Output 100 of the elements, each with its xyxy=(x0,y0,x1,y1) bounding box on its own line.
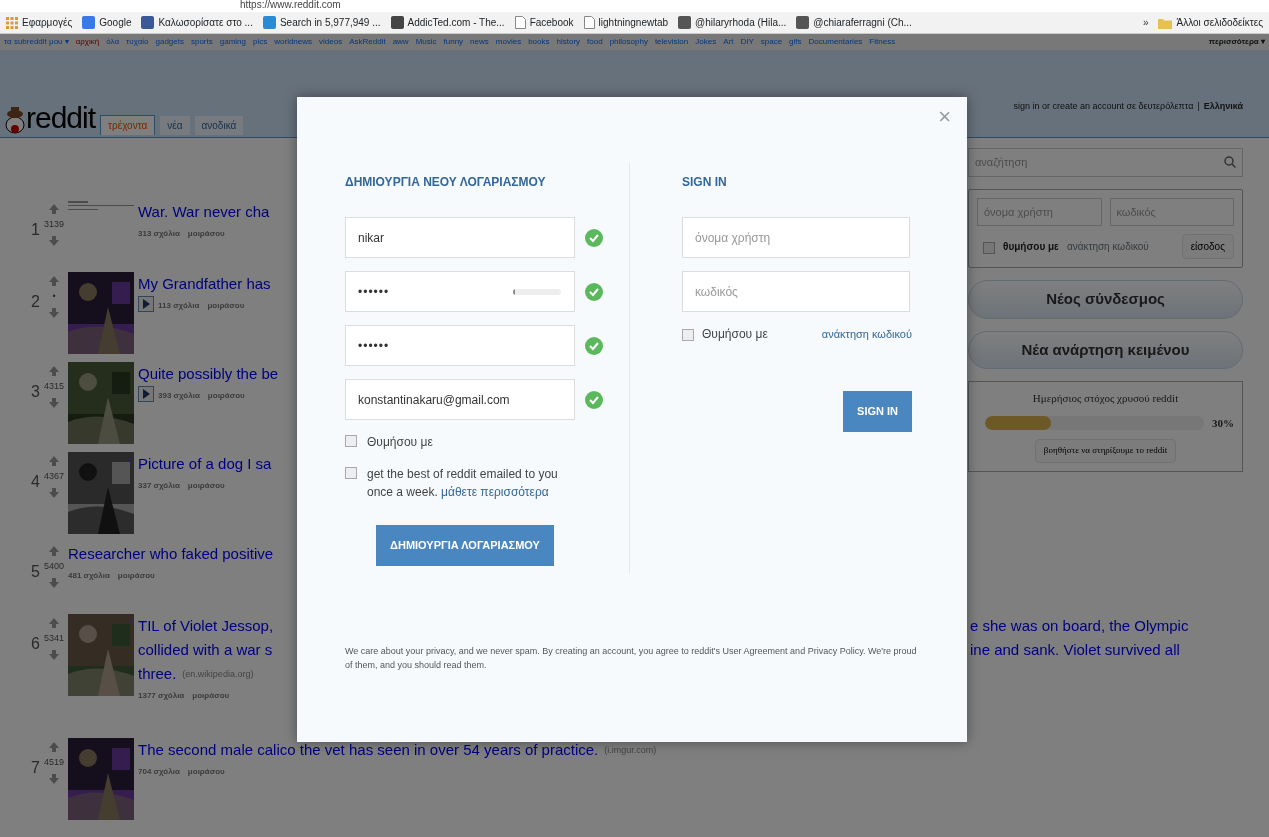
play-icon[interactable] xyxy=(138,386,154,402)
comments-link[interactable]: 113 σχόλια xyxy=(158,301,200,310)
subreddit-link[interactable]: funny xyxy=(443,36,464,48)
login-button[interactable]: είσοδος xyxy=(1181,234,1234,259)
bookmark[interactable]: Google xyxy=(82,15,132,30)
password-field[interactable]: •••••• xyxy=(345,325,575,366)
downvote-icon[interactable] xyxy=(49,307,59,318)
logo[interactable]: reddit xyxy=(26,101,96,135)
post-title[interactable]: My Grandfather has xyxy=(138,272,271,296)
tab[interactable]: ανοδικά xyxy=(194,116,244,135)
subreddit-link[interactable]: worldnews xyxy=(274,36,313,48)
subreddit-link[interactable]: pics xyxy=(253,36,268,48)
learn-more-link[interactable]: μάθετε περισσότερα xyxy=(441,485,549,499)
share-link[interactable]: μοιράσου xyxy=(187,767,225,776)
subreddit-link[interactable]: Jokes xyxy=(695,36,717,48)
comments-link[interactable]: 393 σχόλια xyxy=(158,391,200,400)
bookmark[interactable]: Facebook xyxy=(514,15,574,30)
post-title[interactable]: War. War never cha xyxy=(138,200,270,224)
bookmark[interactable]: AddicTed.com - The... xyxy=(390,15,505,30)
downvote-icon[interactable] xyxy=(49,487,59,498)
recover-link[interactable]: ανάκτηση κωδικού xyxy=(821,325,912,343)
upvote-icon[interactable] xyxy=(49,204,59,214)
password-field[interactable]: κωδικός xyxy=(682,271,910,312)
downvote-icon[interactable] xyxy=(49,773,59,784)
bookmark-folder[interactable]: Άλλοι σελιδοδείκτες xyxy=(1158,15,1263,30)
downvote-icon[interactable] xyxy=(49,577,59,588)
subreddit-link[interactable]: television xyxy=(654,36,689,48)
subreddit-link[interactable]: DIY xyxy=(740,36,754,48)
subreddit-link[interactable]: space xyxy=(760,36,783,48)
comments-link[interactable]: 1377 σχόλια xyxy=(138,691,185,700)
comments-link[interactable]: 313 σχόλια xyxy=(138,229,180,238)
support-button[interactable]: βοηθήστε να στηρίξουμε το reddit xyxy=(1034,439,1177,463)
subreddit-link[interactable]: τα subreddit μου ▾ xyxy=(4,36,69,48)
create-account-button[interactable]: ΔΗΜΙΟΥΡΓΙΑ ΛΟΓΑΡΙΑΣΜΟΥ xyxy=(376,525,554,566)
post-title[interactable]: Picture of a dog I sa xyxy=(138,452,272,476)
close-button[interactable]: × xyxy=(932,105,957,129)
subreddit-link[interactable]: aww xyxy=(392,36,409,48)
upvote-icon[interactable] xyxy=(49,276,59,286)
overflow-chevron[interactable]: » xyxy=(1142,15,1149,30)
comments-link[interactable]: 337 σχόλια xyxy=(138,481,180,490)
post-title[interactable]: The second male calico the vet has seen in over 54 years of practice. xyxy=(138,738,599,762)
share-link[interactable]: μοιράσου xyxy=(192,691,230,700)
sign-in-button[interactable]: SIGN IN xyxy=(843,391,912,432)
share-link[interactable]: μοιράσου xyxy=(187,481,225,490)
upvote-icon[interactable] xyxy=(49,456,59,466)
share-link[interactable]: μοιράσου xyxy=(117,571,155,580)
downvote-icon[interactable] xyxy=(49,235,59,246)
bookmark[interactable]: Search in 5,977,949 ... xyxy=(262,15,381,30)
comments-link[interactable]: 704 σχόλια xyxy=(138,767,180,776)
post-domain[interactable]: (en.wikipedia.org) xyxy=(182,662,254,686)
upvote-icon[interactable] xyxy=(49,742,59,752)
username-field[interactable]: όνομα χρήστη xyxy=(682,217,910,258)
checkbox[interactable] xyxy=(682,329,694,341)
subreddit-link[interactable]: sports xyxy=(190,36,213,48)
more-link[interactable]: περισσότερα ▾ xyxy=(1208,36,1265,48)
recover-link[interactable]: ανάκτηση κωδικού xyxy=(1066,239,1149,254)
post-title[interactable]: three. xyxy=(138,662,177,686)
subreddit-link[interactable]: books xyxy=(528,36,550,48)
submit-button[interactable]: Νέα ανάρτηση κειμένου xyxy=(968,330,1243,369)
subreddit-link[interactable]: αρχική xyxy=(75,36,100,48)
checkbox[interactable] xyxy=(345,435,357,447)
bookmark[interactable]: @chiaraferragni (Ch... xyxy=(796,15,912,30)
subreddit-link[interactable]: history xyxy=(556,36,581,48)
subreddit-link[interactable]: Art xyxy=(723,36,734,48)
upvote-icon[interactable] xyxy=(49,546,59,556)
subreddit-link[interactable]: AskReddit xyxy=(349,36,386,48)
subreddit-link[interactable]: gadgets xyxy=(155,36,184,48)
checkbox[interactable] xyxy=(345,467,357,479)
subreddit-link[interactable]: gifs xyxy=(789,36,802,48)
bookmark[interactable]: Καλωσορίσατε στο ... xyxy=(141,15,253,30)
subreddit-link[interactable]: Music xyxy=(415,36,437,48)
text-field[interactable]: nikar xyxy=(345,217,575,258)
submit-button[interactable]: Νέος σύνδεσμος xyxy=(968,280,1243,319)
bookmark[interactable]: @hilaryrhoda (Hila... xyxy=(678,15,787,30)
subreddit-link[interactable]: όλα xyxy=(106,36,120,48)
subreddit-link[interactable]: videos xyxy=(319,36,343,48)
subreddit-link[interactable]: philosophy xyxy=(609,36,648,48)
post-title[interactable]: ine and sank. Violet survived all xyxy=(970,638,1180,662)
downvote-icon[interactable] xyxy=(49,649,59,660)
share-link[interactable]: μοιράσου xyxy=(207,391,245,400)
text-field[interactable]: konstantinakaru@gmail.com xyxy=(345,379,575,420)
upvote-icon[interactable] xyxy=(49,366,59,376)
password-field[interactable]: •••••• xyxy=(345,271,575,312)
subreddit-link[interactable]: Documentaries xyxy=(808,36,863,48)
comments-link[interactable]: 481 σχόλια xyxy=(68,571,110,580)
bookmark[interactable]: lightningnewtab xyxy=(583,15,669,30)
tab[interactable]: τρέχοντα xyxy=(100,115,156,135)
upvote-icon[interactable] xyxy=(49,618,59,628)
bookmark[interactable]: Εφαρμογές xyxy=(6,15,73,30)
subreddit-link[interactable]: τυχαίο xyxy=(126,36,149,48)
post-title[interactable]: TIL of Violet Jessop, xyxy=(138,614,297,638)
subreddit-link[interactable]: movies xyxy=(495,36,522,48)
default-thumbnail-icon[interactable] xyxy=(68,200,134,212)
share-link[interactable]: μοιράσου xyxy=(207,301,245,310)
post-title[interactable]: Quite possibly the be xyxy=(138,362,279,386)
downvote-icon[interactable] xyxy=(49,397,59,408)
share-link[interactable]: μοιράσου xyxy=(187,229,225,238)
post-title[interactable]: Researcher who faked positive xyxy=(68,542,274,566)
post-title[interactable]: collided with a war s xyxy=(138,638,297,662)
tab[interactable]: νέα xyxy=(160,116,190,135)
